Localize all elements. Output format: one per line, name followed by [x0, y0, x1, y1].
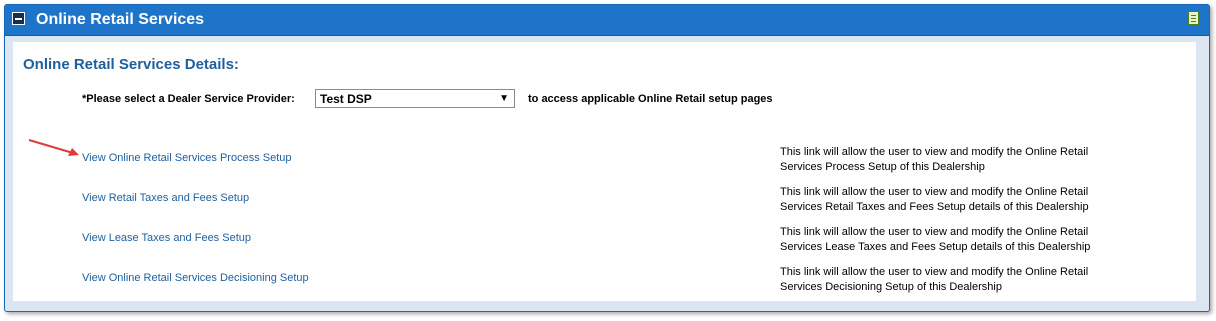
row-description: This link will allow the user to view an… — [780, 186, 1089, 213]
row-description: This link will allow the user to view an… — [780, 146, 1089, 173]
link-retail-taxes-fees-setup[interactable]: View Retail Taxes and Fees Setup — [82, 192, 249, 204]
red-arrow-icon — [28, 139, 79, 156]
dsp-suffix-text: to access applicable Online Retail setup… — [528, 93, 773, 105]
section-title: Online Retail Services Details: — [23, 56, 239, 73]
document-icon[interactable] — [1188, 11, 1199, 25]
panel-title: Online Retail Services — [36, 11, 205, 28]
chevron-down-icon: ▼ — [499, 93, 509, 104]
minus-square-icon[interactable] — [12, 12, 25, 25]
panel-header: Online Retail Services — [5, 5, 1209, 36]
dsp-label: *Please select a Dealer Service Provider… — [82, 93, 295, 105]
dealer-service-provider-select[interactable]: Test DSP ▼ — [315, 89, 515, 108]
link-process-setup[interactable]: View Online Retail Services Process Setu… — [82, 152, 292, 164]
row-description: This link will allow the user to view an… — [780, 266, 1089, 293]
link-lease-taxes-fees-setup[interactable]: View Lease Taxes and Fees Setup — [82, 232, 251, 244]
link-decisioning-setup[interactable]: View Online Retail Services Decisioning … — [82, 272, 309, 284]
online-retail-services-panel: Online Retail Services Online Retail Ser… — [4, 4, 1210, 312]
row-description: This link will allow the user to view an… — [780, 226, 1091, 253]
details-content: Online Retail Services Details: *Please … — [13, 42, 1196, 301]
dsp-select-value: Test DSP — [320, 92, 372, 106]
